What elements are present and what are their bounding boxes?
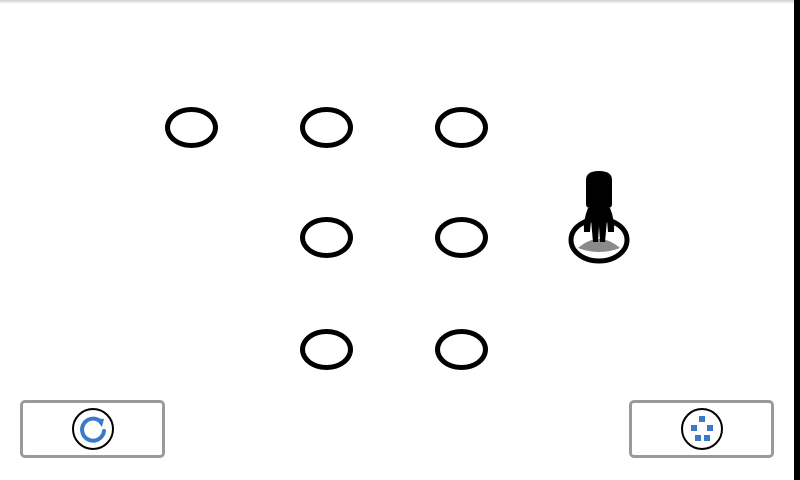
board-hole[interactable]	[300, 217, 353, 258]
player-peg[interactable]	[566, 170, 632, 266]
restart-arrow-icon	[71, 408, 114, 450]
game-screen	[0, 0, 800, 480]
board-hole[interactable]	[435, 329, 488, 370]
board-hole[interactable]	[435, 217, 488, 258]
player-figure-icon	[568, 171, 630, 264]
board-hole[interactable]	[165, 107, 218, 148]
board-hole[interactable]	[300, 107, 353, 148]
restart-button[interactable]	[20, 400, 165, 458]
board-hole[interactable]	[300, 329, 353, 370]
dots-grid-icon	[680, 408, 723, 450]
right-edge	[794, 0, 800, 480]
hint-button[interactable]	[629, 400, 774, 458]
board-hole[interactable]	[435, 107, 488, 148]
